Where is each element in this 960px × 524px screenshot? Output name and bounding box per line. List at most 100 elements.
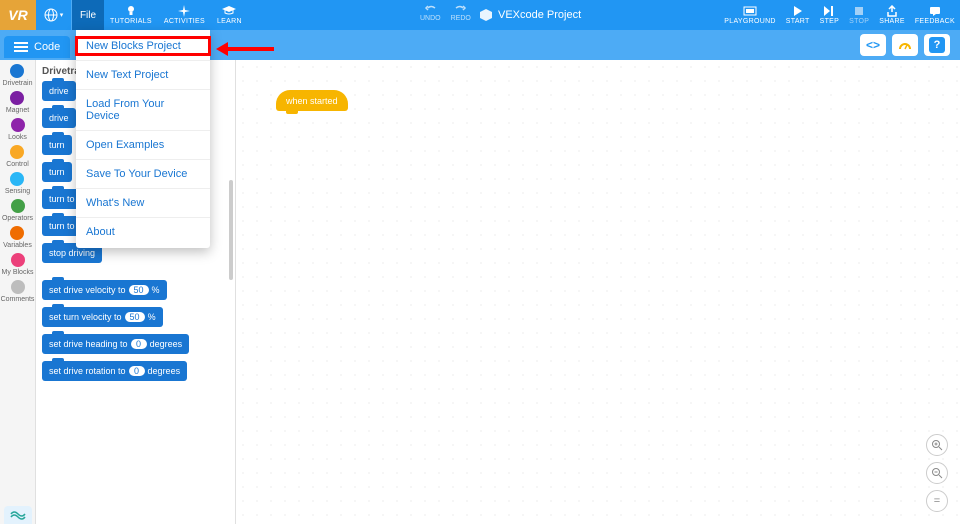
block-drive-2[interactable]: drive — [42, 108, 76, 128]
category-myblocks[interactable]: My Blocks — [2, 253, 34, 276]
share-label: SHARE — [879, 18, 905, 25]
category-magnet[interactable]: Magnet — [6, 91, 29, 114]
toggle-code-button[interactable]: <> — [860, 34, 886, 56]
category-dot — [11, 199, 25, 213]
category-comments[interactable]: Comments — [1, 280, 35, 303]
step-label: STEP — [820, 18, 839, 25]
category-operators[interactable]: Operators — [2, 199, 33, 222]
subbar-right-buttons: <> ? — [860, 34, 950, 56]
playground-button[interactable]: PLAYGROUND — [719, 0, 781, 30]
dd-save-to-device[interactable]: Save To Your Device — [76, 160, 210, 189]
dashboard-button[interactable] — [892, 34, 918, 56]
feedback-label: FEEDBACK — [915, 18, 955, 25]
category-looks[interactable]: Looks — [8, 118, 27, 141]
tutorials-label: TUTORIALS — [110, 18, 152, 25]
globe-icon — [44, 8, 58, 22]
file-menu-button[interactable]: File — [72, 0, 104, 30]
category-dot — [11, 253, 25, 267]
sparkle-icon — [178, 5, 190, 17]
block-set-drive-velocity[interactable]: set drive velocity to50% — [42, 280, 167, 300]
category-drivetrain[interactable]: Drivetrain — [3, 64, 33, 87]
dd-about[interactable]: About — [76, 218, 210, 246]
dd-new-text-project[interactable]: New Text Project — [76, 61, 210, 90]
stop-icon — [854, 5, 864, 17]
undo-icon — [423, 4, 437, 14]
angle-brackets-icon: <> — [866, 38, 880, 52]
stop-label: STOP — [849, 18, 869, 25]
undo-button[interactable]: UNDO — [420, 4, 441, 22]
project-title[interactable]: VEXcode Project — [480, 0, 581, 30]
zoom-out-button[interactable] — [926, 462, 948, 484]
annotation-arrow — [216, 40, 276, 58]
block-set-drive-rotation[interactable]: set drive rotation to0degrees — [42, 361, 187, 381]
category-sensing[interactable]: Sensing — [5, 172, 30, 195]
redo-icon — [454, 4, 468, 14]
undo-redo-group: UNDO REDO — [420, 0, 471, 30]
playground-icon — [743, 5, 757, 17]
language-button[interactable]: ▾ — [36, 0, 72, 30]
category-variables[interactable]: Variables — [3, 226, 32, 249]
start-button[interactable]: START — [781, 0, 815, 30]
file-dropdown: New Blocks Project New Text Project Load… — [76, 30, 210, 248]
top-right-controls: PLAYGROUND START STEP STOP SHARE FEEDBAC… — [719, 0, 960, 30]
bottom-drawer-tab[interactable] — [4, 506, 32, 524]
block-set-turn-velocity[interactable]: set turn velocity to50% — [42, 307, 163, 327]
share-button[interactable]: SHARE — [874, 0, 910, 30]
workspace-canvas[interactable]: when started = — [236, 60, 960, 524]
block-turn-1[interactable]: turn — [42, 135, 72, 155]
block-turn-2[interactable]: turn — [42, 162, 72, 182]
graduation-cap-icon — [222, 5, 236, 17]
code-tab[interactable]: Code — [4, 36, 70, 58]
activities-button[interactable]: ACTIVITIES — [158, 0, 211, 30]
dd-whats-new[interactable]: What's New — [76, 189, 210, 218]
chat-icon — [929, 5, 941, 17]
share-icon — [886, 5, 898, 17]
play-icon — [793, 5, 803, 17]
dd-new-blocks-project[interactable]: New Blocks Project — [76, 32, 210, 61]
gauge-icon — [898, 39, 912, 51]
learn-label: LEARN — [217, 18, 242, 25]
help-button[interactable]: ? — [924, 34, 950, 56]
hexagon-icon — [480, 9, 492, 21]
question-icon: ? — [929, 37, 945, 53]
dd-open-examples[interactable]: Open Examples — [76, 131, 210, 160]
category-dot — [11, 280, 25, 294]
category-dot — [10, 226, 24, 240]
start-label: START — [786, 18, 810, 25]
category-dot — [10, 145, 24, 159]
code-tab-label: Code — [34, 41, 60, 53]
block-set-drive-heading[interactable]: set drive heading to0degrees — [42, 334, 189, 354]
top-toolbar: VR ▾ File TUTORIALS ACTIVITIES LEARN UND… — [0, 0, 960, 30]
dd-load-from-device[interactable]: Load From Your Device — [76, 90, 210, 131]
when-started-block[interactable]: when started — [276, 90, 348, 111]
arrow-left-icon — [216, 40, 276, 58]
feedback-button[interactable]: FEEDBACK — [910, 0, 960, 30]
zoom-reset-button[interactable]: = — [926, 490, 948, 512]
zoom-in-button[interactable] — [926, 434, 948, 456]
category-control[interactable]: Control — [6, 145, 29, 168]
waves-icon — [10, 510, 26, 520]
palette-scrollbar[interactable] — [229, 180, 233, 280]
stop-button[interactable]: STOP — [844, 0, 874, 30]
vr-logo: VR — [0, 0, 36, 30]
activities-label: ACTIVITIES — [164, 18, 205, 25]
category-dot — [10, 64, 24, 78]
learn-button[interactable]: LEARN — [211, 0, 248, 30]
category-dot — [11, 118, 25, 132]
step-icon — [823, 5, 835, 17]
zoom-out-icon — [931, 467, 943, 479]
step-button[interactable]: STEP — [815, 0, 844, 30]
lightbulb-icon — [126, 5, 136, 17]
category-dot — [10, 91, 24, 105]
block-drive-1[interactable]: drive — [42, 81, 76, 101]
tutorials-button[interactable]: TUTORIALS — [104, 0, 158, 30]
canvas-zoom-controls: = — [926, 434, 948, 512]
code-lines-icon — [14, 42, 28, 52]
category-dot — [10, 172, 24, 186]
category-rail: Drivetrain Magnet Looks Control Sensing … — [0, 60, 36, 524]
redo-button[interactable]: REDO — [451, 4, 471, 22]
project-name-text: VEXcode Project — [498, 9, 581, 21]
equals-icon: = — [934, 495, 940, 507]
zoom-in-icon — [931, 439, 943, 451]
playground-label: PLAYGROUND — [724, 18, 776, 25]
